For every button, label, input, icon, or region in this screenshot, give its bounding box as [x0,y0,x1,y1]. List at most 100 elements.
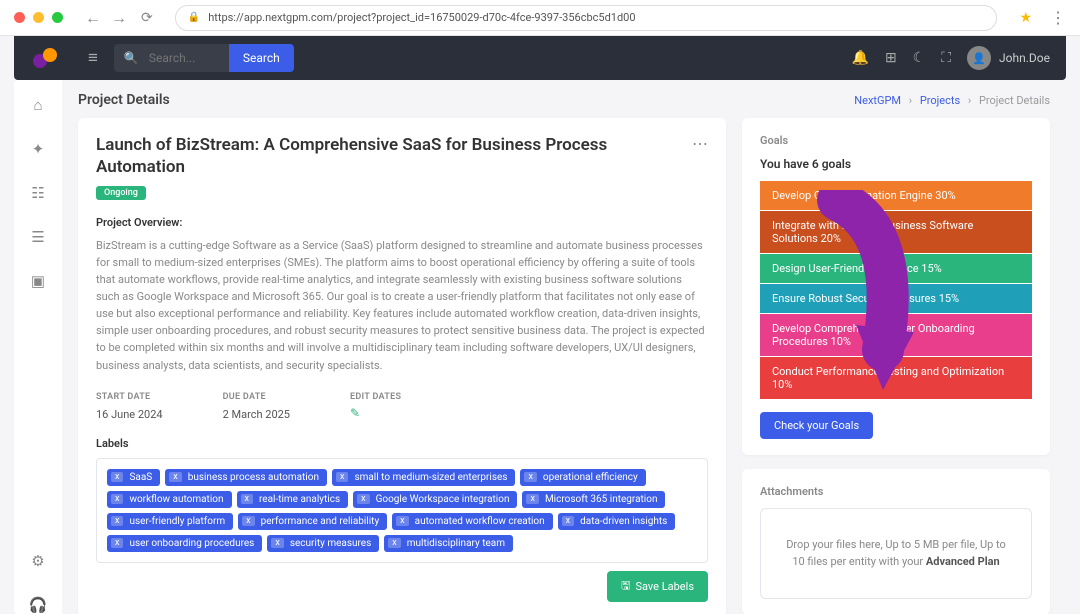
goals-panel-title: Goals [760,134,1032,147]
label-tag: xuser onboarding procedures [107,535,262,552]
project-card: Launch of BizStream: A Comprehensive Saa… [78,118,726,614]
goals-count: You have 6 goals [760,157,1032,171]
label-tag: xSaaS [107,469,160,486]
due-date: 2 March 2025 [223,408,290,421]
breadcrumb-root[interactable]: NextGPM [854,94,901,107]
avatar: 👤 [967,46,991,70]
overview-text: BizStream is a cutting-edge Software as … [96,237,708,373]
sliders-icon[interactable]: ☷ [31,184,44,202]
search-icon: 🔍 [114,51,149,65]
gear-icon[interactable]: ⚙ [31,552,44,570]
label-tag: xbusiness process automation [165,469,327,486]
bookmark-icon[interactable]: ★ [1019,10,1032,26]
tag-remove-icon[interactable]: x [111,538,123,548]
tag-remove-icon[interactable]: x [111,494,123,504]
tag-remove-icon[interactable]: x [357,494,369,504]
grid-icon[interactable]: ⊞ [885,50,897,66]
save-labels-button[interactable]: 🖫 Save Labels [607,571,708,602]
edit-dates-icon[interactable]: ✎ [350,406,360,420]
breadcrumb-projects[interactable]: Projects [920,94,960,107]
back-icon[interactable]: ← [85,8,101,28]
label-tag: xdata-driven insights [558,513,676,530]
label-tag: xworkflow automation [107,491,232,508]
goal-bar[interactable]: Ensure Robust Security Measures 15% [760,284,1032,313]
label-tag: xuser-friendly platform [107,513,233,530]
edit-dates-label: EDIT DATES [350,392,401,402]
start-date: 16 June 2024 [96,408,163,421]
tag-remove-icon[interactable]: x [524,472,536,482]
goals-list: Develop Core Automation Engine 30%Integr… [760,181,1032,399]
label-tag: xperformance and reliability [238,513,387,530]
forward-icon[interactable]: → [111,8,127,28]
url-bar[interactable]: 🔒 https://app.nextgpm.com/project?projec… [175,5,998,31]
breadcrumb-current: Project Details [979,94,1050,107]
goal-bar[interactable]: Develop Comprehensive User Onboarding Pr… [760,314,1032,356]
tag-remove-icon[interactable]: x [242,516,254,526]
goal-bar[interactable]: Conduct Performance Testing and Optimiza… [760,357,1032,399]
goals-panel: Goals You have 6 goals Develop Core Auto… [742,118,1050,455]
box-icon[interactable]: ▣ [31,272,45,290]
attachments-title: Attachments [760,485,1032,498]
tag-remove-icon[interactable]: x [388,538,400,548]
label-tag: xGoogle Workspace integration [353,491,517,508]
search-input[interactable] [149,51,229,65]
dropzone[interactable]: Drop your files here, Up to 5 MB per fil… [760,508,1032,599]
url-text: https://app.nextgpm.com/project?project_… [208,11,635,24]
tag-remove-icon[interactable]: x [271,538,283,548]
page-title: Project Details [78,92,170,108]
browser-chrome: ← → ⟳ 🔒 https://app.nextgpm.com/project?… [0,0,1080,36]
due-date-label: DUE DATE [223,392,290,402]
tag-remove-icon[interactable]: x [562,516,574,526]
project-title: Launch of BizStream: A Comprehensive Saa… [96,134,692,178]
main-content: Project Details NextGPM › Projects › Pro… [62,80,1066,614]
check-goals-button[interactable]: Check your Goals [760,412,873,439]
app-logo[interactable] [30,43,60,73]
labels-section-label: Labels [96,437,708,450]
target-icon[interactable]: ✦ [32,140,45,158]
status-badge: Ongoing [96,186,146,200]
labels-box: xSaaS xbusiness process automation xsmall … [96,458,708,563]
save-icon: 🖫 [621,577,630,596]
window-max-dot[interactable] [52,12,63,23]
browser-menu-icon[interactable]: ⋮ [1050,8,1066,27]
label-tag: xsmall to medium-sized enterprises [332,469,515,486]
fullscreen-icon[interactable]: ⛶ [941,50,951,66]
goal-bar[interactable]: Design User-Friendly Interface 15% [760,254,1032,283]
username: John.Doe [999,51,1050,65]
label-tag: xMicrosoft 365 integration [522,491,665,508]
goal-bar[interactable]: Develop Core Automation Engine 30% [760,181,1032,210]
more-icon[interactable]: ⋯ [692,134,708,153]
list-icon[interactable]: ☰ [31,228,44,246]
tag-remove-icon[interactable]: x [526,494,538,504]
headset-icon[interactable]: 🎧 [29,596,48,614]
window-close-dot[interactable] [14,12,25,23]
moon-icon[interactable]: ☾ [913,50,926,66]
lock-icon: 🔒 [188,12,200,23]
search-button[interactable]: Search [229,44,294,72]
sidebar: ⌂ ✦ ☷ ☰ ▣ ⚙ 🎧 [14,80,62,614]
menu-toggle-icon[interactable]: ≡ [88,48,98,68]
app-topbar: ≡ 🔍 Search 🔔 ⊞ ☾ ⛶ 👤 John.Doe [14,36,1066,80]
label-tag: xoperational efficiency [520,469,645,486]
search-box: 🔍 Search [114,44,294,72]
label-tag: xreal-time analytics [237,491,349,508]
tag-remove-icon[interactable]: x [336,472,348,482]
bell-icon[interactable]: 🔔 [852,50,869,66]
start-date-label: START DATE [96,392,163,402]
reload-icon[interactable]: ⟳ [141,10,153,26]
tag-remove-icon[interactable]: x [111,516,123,526]
tag-remove-icon[interactable]: x [169,472,181,482]
label-tag: xmultidisciplinary team [384,535,513,552]
breadcrumb: NextGPM › Projects › Project Details [854,94,1050,107]
home-icon[interactable]: ⌂ [33,96,42,114]
window-min-dot[interactable] [33,12,44,23]
tag-remove-icon[interactable]: x [396,516,408,526]
label-tag: xautomated workflow creation [392,513,552,530]
goal-bar[interactable]: Integrate with Popular Business Software… [760,211,1032,253]
tag-remove-icon[interactable]: x [241,494,253,504]
user-chip[interactable]: 👤 John.Doe [967,46,1050,70]
attachments-panel: Attachments Drop your files here, Up to … [742,469,1050,614]
overview-label: Project Overview: [96,216,708,229]
tag-remove-icon[interactable]: x [111,472,123,482]
label-tag: xsecurity measures [267,535,379,552]
